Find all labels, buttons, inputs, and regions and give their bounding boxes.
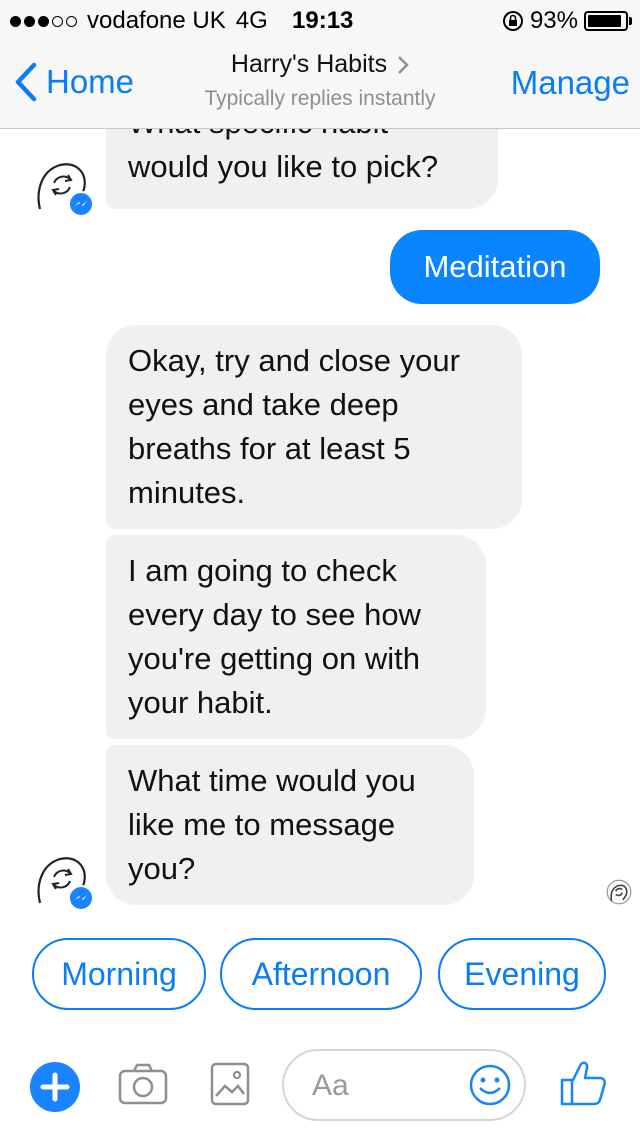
conversation-title-area[interactable]: Harry's Habits Typically replies instant… <box>170 50 470 111</box>
user-message: Meditation <box>390 230 600 304</box>
manage-button[interactable]: Manage <box>511 64 630 102</box>
bot-message: I am going to check every day to see how… <box>106 535 486 739</box>
back-label: Home <box>46 63 135 100</box>
battery-percent: 93% <box>529 7 578 34</box>
messenger-icon <box>68 191 94 217</box>
habit-loop-avatar-icon <box>606 879 632 905</box>
bot-avatar[interactable] <box>30 153 94 217</box>
bot-message: Okay, try and close your eyes and take d… <box>106 325 522 529</box>
message-thread[interactable]: What specific habit would you like to pi… <box>0 129 640 919</box>
message-input-placeholder: Aa <box>312 1069 349 1102</box>
camera-button[interactable] <box>118 1062 168 1111</box>
clock: 19:13 <box>292 7 354 34</box>
page-title: Harry's Habits <box>230 50 388 78</box>
network-type: 4G <box>235 7 268 34</box>
plus-icon <box>40 1072 70 1102</box>
chevron-right-icon <box>398 55 409 74</box>
back-button[interactable]: Home <box>14 62 134 102</box>
thumbs-up-icon <box>560 1061 607 1106</box>
bot-avatar[interactable] <box>30 847 94 911</box>
message-composer: Aa <box>0 1040 640 1136</box>
plus-button[interactable] <box>30 1062 80 1112</box>
status-bar: vodafone UK 4G 19:13 93% <box>0 0 640 40</box>
messenger-icon <box>68 885 94 911</box>
read-receipt-avatar <box>606 879 632 905</box>
bot-message: What time would you like me to message y… <box>106 745 474 905</box>
emoji-button[interactable] <box>468 1063 512 1112</box>
status-right: 93% <box>502 7 632 35</box>
chevron-left-icon <box>15 62 37 102</box>
quick-reply-evening[interactable]: Evening <box>438 938 606 1010</box>
signal-strength-icon <box>10 15 77 27</box>
image-icon <box>210 1062 250 1106</box>
signal-carrier: vodafone UK 4G <box>10 7 268 35</box>
rotation-lock-icon <box>502 11 523 31</box>
quick-reply-morning[interactable]: Morning <box>32 938 206 1010</box>
carrier-name: vodafone UK <box>87 7 226 34</box>
quick-reply-afternoon[interactable]: Afternoon <box>220 938 422 1010</box>
conversation-header: Home Harry's Habits Typically replies in… <box>0 40 640 129</box>
bot-message: What specific habit would you like to pi… <box>106 129 498 209</box>
battery-icon <box>584 11 628 31</box>
smiley-icon <box>469 1064 511 1106</box>
gallery-button[interactable] <box>210 1062 250 1111</box>
message-input[interactable]: Aa <box>282 1049 526 1121</box>
like-button[interactable] <box>560 1058 608 1113</box>
camera-icon <box>118 1063 168 1105</box>
response-time-subtitle: Typically replies instantly <box>204 87 436 110</box>
